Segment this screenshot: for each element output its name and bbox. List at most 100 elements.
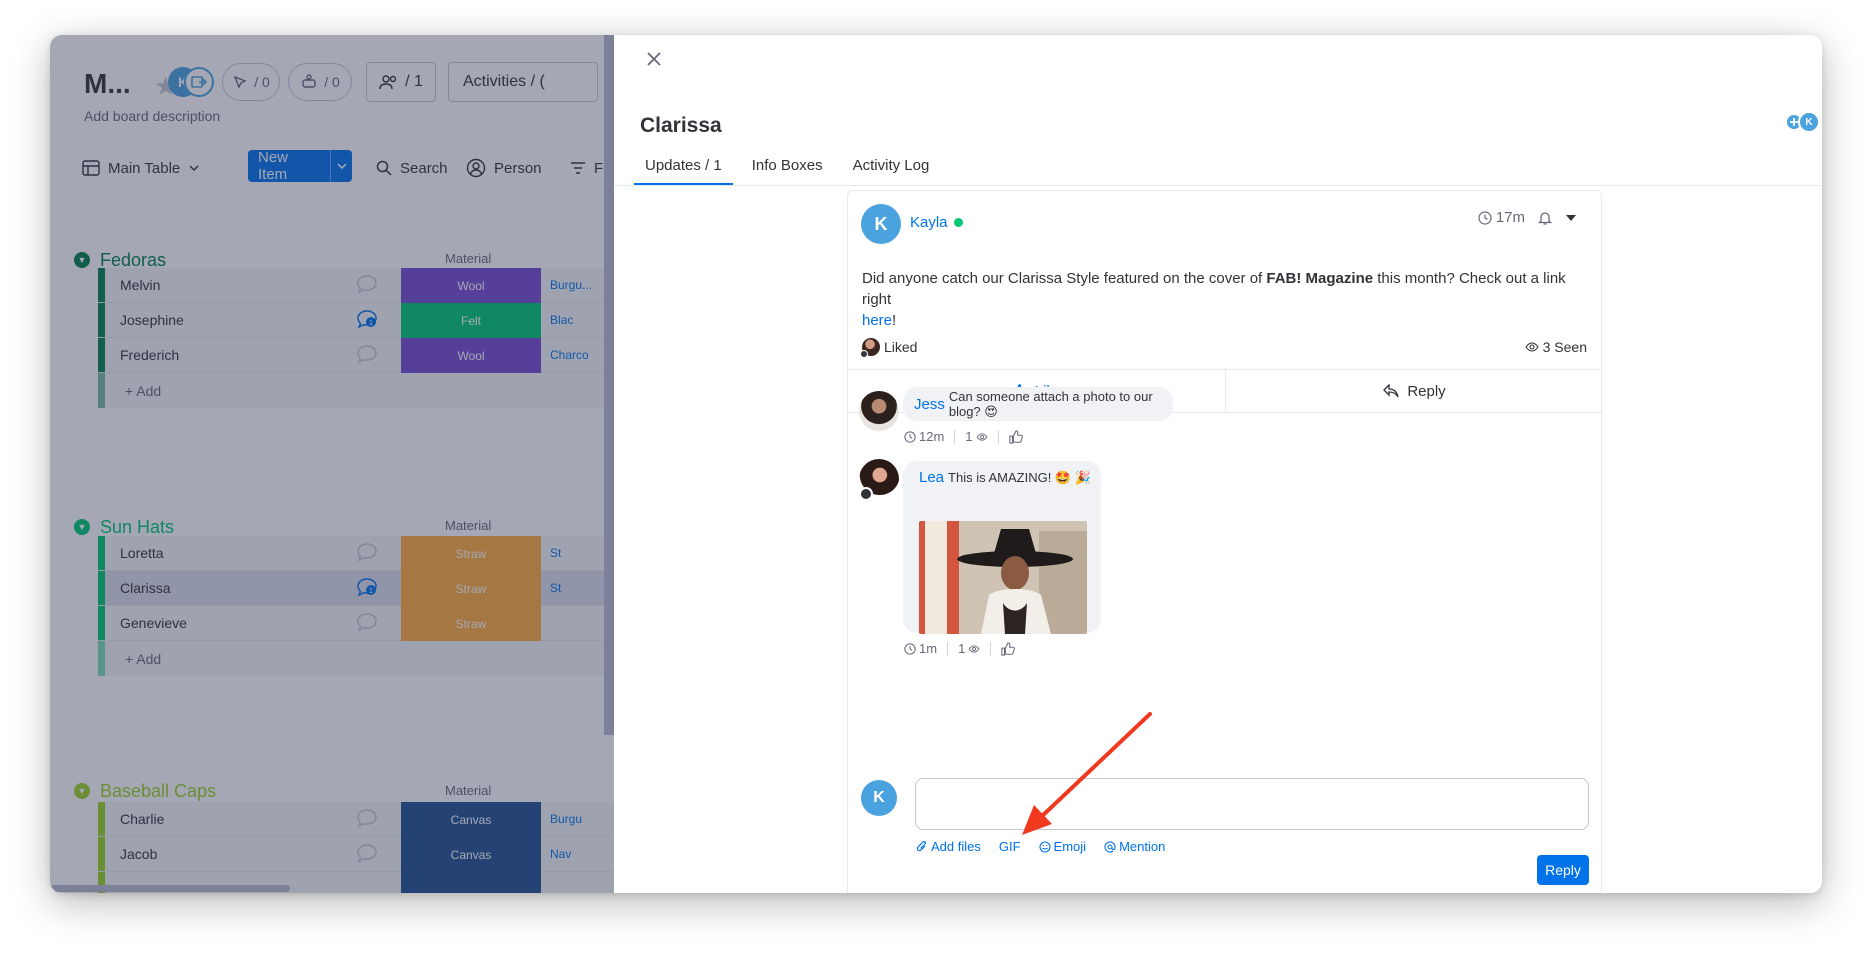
reply-author[interactable]: Lea xyxy=(919,469,944,486)
chat-bubble-icon[interactable] xyxy=(356,843,378,863)
invite-icon[interactable] xyxy=(184,67,214,97)
status-cell[interactable]: Straw xyxy=(401,606,541,641)
chevron-down-icon[interactable]: ▼ xyxy=(74,519,90,535)
color-tag[interactable]: St xyxy=(550,546,561,560)
reply-author-avatar[interactable] xyxy=(859,459,899,501)
reply-author-avatar[interactable] xyxy=(859,391,899,431)
reply-input[interactable] xyxy=(915,778,1589,830)
status-cell[interactable]: Straw xyxy=(401,536,541,571)
close-icon[interactable] xyxy=(642,47,666,71)
reply-submit-button[interactable]: Reply xyxy=(1537,855,1589,885)
chat-bubble-icon[interactable] xyxy=(356,344,378,364)
add-item-label[interactable]: + Add xyxy=(125,651,161,667)
author-name[interactable]: Kayla xyxy=(910,214,948,231)
subscriber-avatar[interactable]: K xyxy=(1798,111,1820,133)
tab-activity-log[interactable]: Activity Log xyxy=(842,153,941,185)
table-row[interactable]: Frederich Wool Charco xyxy=(98,338,614,373)
automations-pill[interactable]: / 0 xyxy=(222,63,280,101)
liked-row[interactable]: Liked xyxy=(860,338,917,358)
reply-author[interactable]: Jess xyxy=(914,396,945,413)
chevron-down-icon[interactable] xyxy=(330,150,352,182)
add-files-button[interactable]: Add files xyxy=(916,839,981,854)
column-header-material[interactable]: Material xyxy=(445,518,491,533)
item-name[interactable]: Genevieve xyxy=(120,615,187,631)
integrations-pill[interactable]: / 0 xyxy=(288,63,352,101)
status-cell[interactable]: Felt xyxy=(401,303,541,338)
table-row[interactable]: Loretta Straw St xyxy=(98,536,614,571)
person-filter-button[interactable]: Person xyxy=(466,156,542,180)
item-name[interactable]: Melvin xyxy=(120,277,160,293)
post-link[interactable]: here xyxy=(862,312,892,329)
table-row[interactable]: Charlie Canvas Burgu xyxy=(98,802,614,837)
status-cell[interactable]: Canvas xyxy=(401,802,541,837)
bell-icon[interactable] xyxy=(1537,210,1553,226)
caret-down-icon[interactable] xyxy=(1565,214,1577,222)
status-cell[interactable]: Canvas xyxy=(401,837,541,872)
chat-bubble-icon[interactable] xyxy=(356,274,378,294)
tab-updates[interactable]: Updates / 1 xyxy=(634,153,733,185)
liker-avatar[interactable] xyxy=(860,338,880,358)
new-item-button[interactable]: New Item xyxy=(248,150,352,182)
chat-bubble-icon[interactable] xyxy=(356,542,378,562)
chevron-down-icon[interactable]: ▼ xyxy=(74,252,90,268)
column-header-material[interactable]: Material xyxy=(445,783,491,798)
color-tag[interactable]: Charco xyxy=(550,348,589,362)
activities-button[interactable]: Activities / ( xyxy=(448,62,598,102)
gif-image[interactable] xyxy=(919,521,1087,634)
item-name[interactable]: Charlie xyxy=(120,811,164,827)
reply-views[interactable]: 1 xyxy=(965,429,987,444)
color-tag[interactable]: Burgu... xyxy=(550,278,592,292)
item-name[interactable]: Loretta xyxy=(120,545,164,561)
color-tag[interactable]: Blac xyxy=(550,313,573,327)
members-button[interactable]: / 1 xyxy=(366,62,436,102)
chat-bubble-icon[interactable]: 1 xyxy=(356,577,378,597)
status-cell[interactable]: Wool xyxy=(401,268,541,303)
seen-row[interactable]: 3 Seen xyxy=(1524,339,1587,355)
status-cell[interactable]: Straw xyxy=(401,571,541,606)
reply-action-button[interactable]: Reply xyxy=(1225,370,1603,412)
group-header-baseball-caps[interactable]: ▼ Baseball Caps xyxy=(74,779,216,803)
status-cell[interactable] xyxy=(401,872,541,893)
item-name[interactable]: Josephine xyxy=(120,312,184,328)
table-row[interactable]: Jacob Canvas Nav xyxy=(98,837,614,872)
mention-button[interactable]: Mention xyxy=(1104,839,1165,854)
filter-button[interactable]: F xyxy=(570,156,603,180)
chat-bubble-icon[interactable] xyxy=(356,808,378,828)
item-name[interactable]: Frederich xyxy=(120,347,179,363)
add-item-row[interactable]: + Add xyxy=(98,373,614,408)
horizontal-scrollbar[interactable] xyxy=(50,885,290,892)
current-user-avatar[interactable]: K xyxy=(861,780,897,816)
reply-views[interactable]: 1 xyxy=(958,641,980,656)
add-item-label[interactable]: + Add xyxy=(125,383,161,399)
thumbs-up-icon[interactable] xyxy=(1008,429,1023,444)
color-tag[interactable]: Nav xyxy=(550,847,571,861)
post-author[interactable]: Kayla xyxy=(910,214,963,231)
color-tag[interactable]: Burgu xyxy=(550,812,582,826)
subscribers[interactable]: K xyxy=(1786,111,1820,133)
table-row[interactable]: Genevieve Straw xyxy=(98,606,614,641)
author-avatar[interactable]: K xyxy=(861,204,901,244)
table-row[interactable]: Melvin Wool Burgu... xyxy=(98,268,614,303)
chat-bubble-icon[interactable] xyxy=(356,612,378,632)
emoji-button[interactable]: Emoji xyxy=(1038,839,1086,854)
status-cell[interactable]: Wool xyxy=(401,338,541,373)
group-title[interactable]: Baseball Caps xyxy=(100,781,216,802)
chevron-down-icon[interactable]: ▼ xyxy=(74,783,90,799)
tab-info-boxes[interactable]: Info Boxes xyxy=(741,153,834,185)
table-row-selected[interactable]: Clarissa 1 Straw St xyxy=(98,571,614,606)
item-title[interactable]: Clarissa xyxy=(640,114,722,138)
view-selector[interactable]: Main Table xyxy=(82,156,200,180)
add-item-row[interactable]: + Add xyxy=(98,641,614,676)
item-name[interactable]: Clarissa xyxy=(120,580,171,596)
table-row[interactable]: Josephine 1 Felt Blac xyxy=(98,303,614,338)
board-description[interactable]: Add board description xyxy=(84,108,220,124)
color-tag[interactable]: St xyxy=(550,581,561,595)
gif-button[interactable]: GIF xyxy=(999,839,1021,854)
column-header-material[interactable]: Material xyxy=(445,251,491,266)
group-title[interactable]: Sun Hats xyxy=(100,517,174,538)
thumbs-up-icon[interactable] xyxy=(1001,641,1016,656)
vertical-scrollbar[interactable] xyxy=(604,35,614,735)
chat-bubble-icon[interactable]: 1 xyxy=(356,309,378,329)
board-title[interactable]: M... xyxy=(84,68,131,100)
item-name[interactable]: Jacob xyxy=(120,846,157,862)
